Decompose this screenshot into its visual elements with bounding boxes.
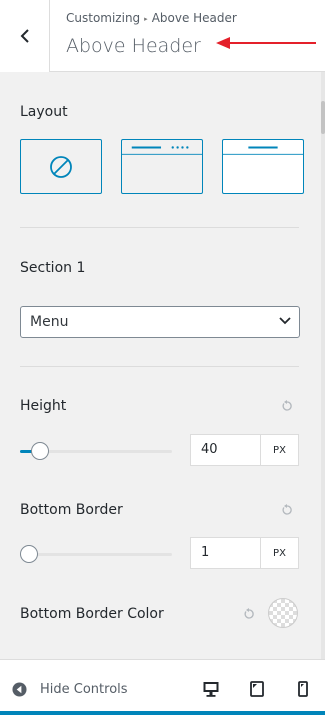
height-slider[interactable] <box>20 442 172 460</box>
layout-option-none[interactable] <box>20 139 102 194</box>
hide-controls-button[interactable]: Hide Controls <box>40 682 128 697</box>
chevron-down-icon <box>279 317 291 325</box>
mobile-icon[interactable] <box>295 681 311 697</box>
breadcrumb: Customizing ▸ Above Header <box>66 11 237 25</box>
tablet-icon[interactable] <box>249 681 265 697</box>
bottom-border-slider-thumb[interactable] <box>20 545 38 563</box>
disabled-circle-icon <box>50 155 72 178</box>
reset-icon[interactable] <box>281 504 293 516</box>
height-input[interactable]: 40 <box>190 434 260 466</box>
height-unit: PX <box>260 434 299 466</box>
section1-label: Section 1 <box>20 260 86 276</box>
bottom-border-unit: PX <box>260 537 299 569</box>
bottom-border-input[interactable]: 1 <box>190 537 260 569</box>
bottom-border-label: Bottom Border <box>20 502 123 518</box>
reset-icon[interactable] <box>281 400 293 412</box>
red-arrow-icon <box>216 37 316 49</box>
customizer-header: Customizing ▸ Above Header Above Header <box>0 0 325 72</box>
bottom-border-color-label: Bottom Border Color <box>20 606 164 622</box>
scrollbar-track[interactable] <box>321 72 325 659</box>
breadcrumb-separator: ▸ <box>144 15 148 23</box>
height-label: Height <box>20 398 67 414</box>
breadcrumb-current: Above Header <box>151 11 237 25</box>
layout-option-header-with-menu[interactable] <box>121 139 203 194</box>
breadcrumb-root: Customizing <box>66 11 141 25</box>
bottom-border-color-swatch[interactable] <box>268 598 298 628</box>
desktop-icon[interactable] <box>203 681 219 697</box>
divider <box>20 366 299 367</box>
scrollbar-thumb[interactable] <box>321 101 325 134</box>
layout-option-header-plain[interactable] <box>222 139 304 194</box>
section1-selected-value: Menu <box>30 314 69 330</box>
collapse-arrow-icon[interactable] <box>12 682 27 697</box>
chevron-left-icon <box>20 29 29 43</box>
divider <box>20 227 299 228</box>
layout-menu-icon <box>122 146 202 155</box>
bottom-border-slider[interactable] <box>20 545 172 563</box>
reset-icon[interactable] <box>243 608 255 620</box>
layout-plain-icon <box>223 146 303 155</box>
layout-label: Layout <box>20 104 68 120</box>
section-title: Above Header <box>66 35 201 57</box>
height-slider-thumb[interactable] <box>31 442 49 460</box>
back-button[interactable] <box>0 0 50 72</box>
section1-select[interactable]: Menu <box>20 306 300 338</box>
footer-accent-bar <box>0 711 325 715</box>
